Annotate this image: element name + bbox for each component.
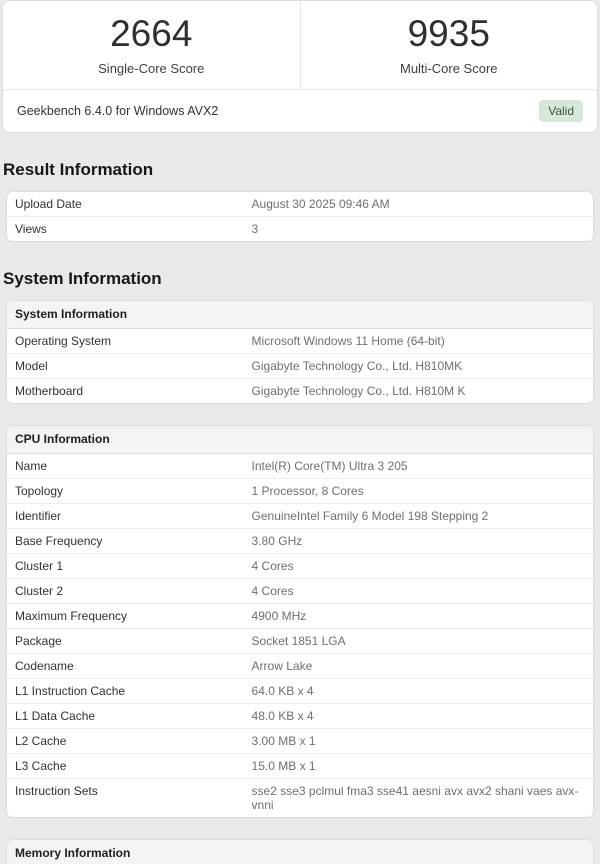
row-label: Views [15,222,47,236]
score-summary-card: 2664 Single-Core Score 9935 Multi-Core S… [2,0,598,133]
table-row: Package Socket 1851 LGA [7,628,593,653]
system-information-tables: System Information Operating System Micros… [0,300,600,864]
table-row: L1 Data Cache 48.0 KB x 4 [7,703,593,728]
row-value: 4 Cores [251,584,294,598]
row-label: L3 Cache [15,759,67,773]
table-row: Model Gigabyte Technology Co., Ltd. H810M… [7,353,593,378]
result-information-card: Upload Date August 30 2025 09:46 AM Views 3 [6,191,594,242]
single-core-score-cell: 2664 Single-Core Score [3,1,300,89]
table-row: Cluster 1 4 Cores [7,553,593,578]
row-label: Operating System [15,334,112,348]
row-value: GenuineIntel Family 6 Model 198 Stepping… [251,509,489,523]
row-label: Upload Date [15,197,82,211]
row-label: L2 Cache [15,734,67,748]
row-label: L1 Data Cache [15,709,96,723]
table-row: L2 Cache 3.00 MB x 1 [7,728,593,753]
multi-core-score-cell: 9935 Multi-Core Score [299,1,598,89]
row-value: sse2 sse3 pclmul fma3 sse41 aesni avx av… [251,784,579,812]
info-table-card: Memory InformationSize8.00 GB [6,839,594,864]
row-value: 3.00 MB x 1 [251,734,316,748]
row-value: 3.80 GHz [251,534,303,548]
row-value: Microsoft Windows 11 Home (64-bit) [251,334,445,348]
scores-row: 2664 Single-Core Score 9935 Multi-Core S… [3,1,597,89]
row-label: Cluster 1 [15,559,64,573]
table-row: Cluster 2 4 Cores [7,578,593,603]
row-label: L1 Instruction Cache [15,684,126,698]
table-row: L3 Cache 15.0 MB x 1 [7,753,593,778]
single-core-score-label: Single-Core Score [98,61,205,76]
row-value: 15.0 MB x 1 [251,759,316,773]
row-label: Instruction Sets [15,784,98,798]
table-header: System Information [7,301,593,329]
row-label: Motherboard [15,384,84,398]
table-row: L1 Instruction Cache 64.0 KB x 4 [7,678,593,703]
row-value: 4900 MHz [251,609,307,623]
table-row: Motherboard Gigabyte Technology Co., Ltd.… [7,378,593,403]
table-row: Instruction Sets sse2 sse3 pclmul fma3 ss… [7,778,593,817]
benchmark-version-label: Geekbench 6.4.0 for Windows AVX2 [17,104,219,118]
table-row: Base Frequency 3.80 GHz [7,528,593,553]
row-label: Codename [15,659,74,673]
row-value: Intel(R) Core(TM) Ultra 3 205 [251,459,408,473]
single-core-score-value: 2664 [110,13,193,54]
row-label: Base Frequency [15,534,103,548]
row-label: Maximum Frequency [15,609,128,623]
valid-status-badge: Valid [539,100,583,122]
info-table-card: System Information Operating System Micros… [6,300,594,404]
row-label: Identifier [15,509,62,523]
row-label: Topology [15,484,64,498]
table-row: Maximum Frequency 4900 MHz [7,603,593,628]
row-label: Name [15,459,48,473]
row-label: Package [15,634,62,648]
row-value: Arrow Lake [251,659,313,673]
row-value: 4 Cores [251,559,294,573]
result-information-heading: Result Information [3,160,154,179]
info-table-card: CPU Information Name Intel(R) Core(TM) Ult… [6,425,594,818]
benchmark-version-bar: Geekbench 6.4.0 for Windows AVX2 Valid [3,89,597,132]
table-row: Views 3 [7,216,593,241]
multi-core-score-label: Multi-Core Score [399,61,498,76]
table-row: Upload Date August 30 2025 09:46 AM [7,192,593,216]
table-header: CPU Information [7,426,593,454]
row-value: 64.0 KB x 4 [251,684,314,698]
table-header: Memory Information [7,840,593,864]
row-value: 3 [251,222,259,236]
row-value: Gigabyte Technology Co., Ltd. H810MK [251,359,463,373]
table-row: Codename Arrow Lake [7,653,593,678]
row-value: Socket 1851 LGA [251,634,346,648]
row-value: 1 Processor, 8 Cores [251,484,364,498]
table-row: Identifier GenuineIntel Family 6 Model 19… [7,503,593,528]
row-label: Model [15,359,48,373]
row-value: August 30 2025 09:46 AM [251,197,390,211]
row-label: Cluster 2 [15,584,64,598]
table-row: Operating System Microsoft Windows 11 Hom… [7,329,593,353]
row-value: Gigabyte Technology Co., Ltd. H810M K [251,384,466,398]
row-value: 48.0 KB x 4 [251,709,314,723]
system-information-heading: System Information [3,269,162,288]
table-row: Name Intel(R) Core(TM) Ultra 3 205 [7,454,593,478]
table-row: Topology 1 Processor, 8 Cores [7,478,593,503]
multi-core-score-value: 9935 [407,13,490,54]
